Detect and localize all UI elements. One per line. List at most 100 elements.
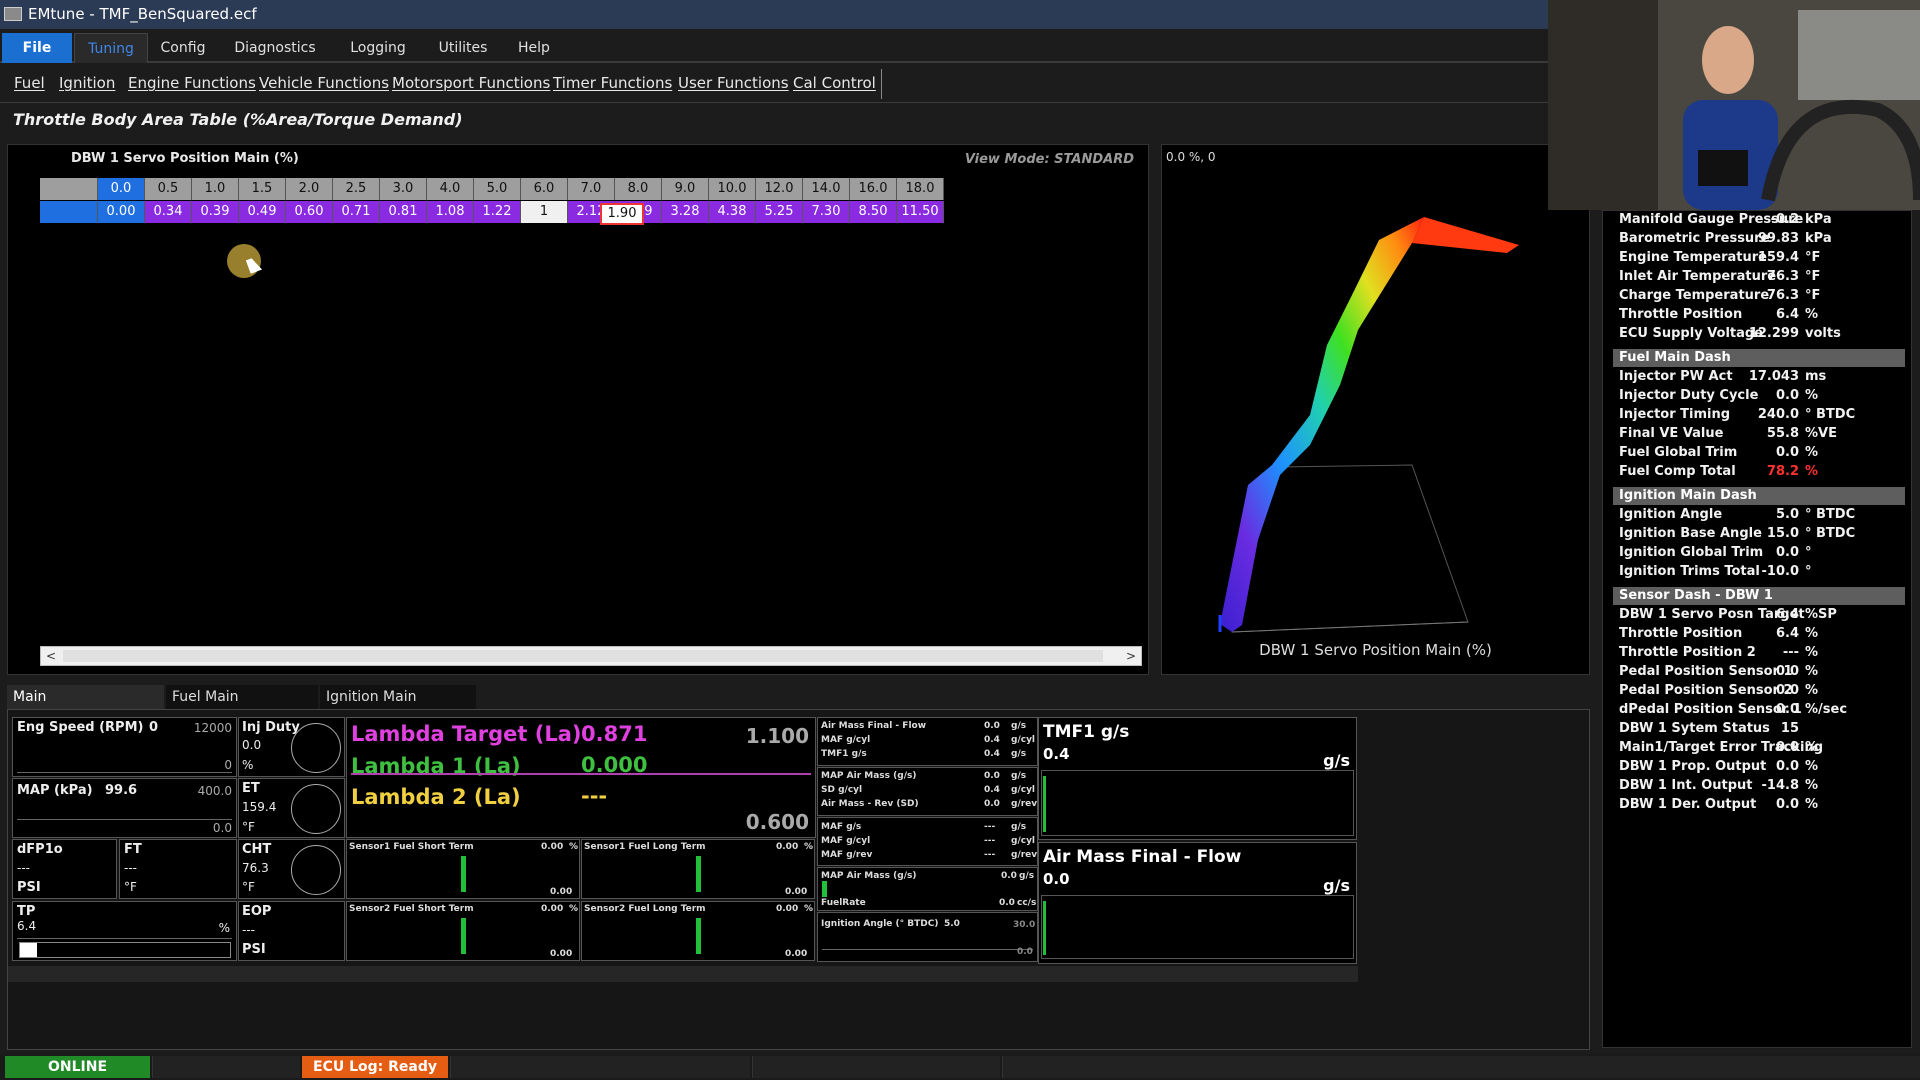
- table-col-header[interactable]: 1.0: [192, 178, 239, 200]
- table-col-header[interactable]: 8.0: [615, 178, 662, 200]
- toolbar-timer-functions[interactable]: Timer Functions: [553, 74, 672, 92]
- live-data-unit: ° BTDC: [1805, 526, 1856, 541]
- function-toolbar: Fuel Ignition Engine Functions Vehicle F…: [0, 65, 1548, 103]
- graph-title: DBW 1 Servo Position Main (%): [1259, 641, 1492, 659]
- live-data-unit: %: [1805, 740, 1819, 755]
- live-data-row: Injector Timing 240.0 ° BTDC: [1619, 407, 1911, 426]
- table-col-header[interactable]: 16.0: [850, 178, 897, 200]
- table-cell[interactable]: 1.22: [474, 201, 521, 223]
- scroll-thumb[interactable]: [63, 650, 1103, 662]
- table-col-header[interactable]: 6.0: [521, 178, 568, 200]
- scroll-right-icon[interactable]: >: [1121, 647, 1141, 665]
- dial-circle: [291, 723, 341, 773]
- table-cell[interactable]: 0.49: [239, 201, 286, 223]
- table-cell[interactable]: 0.60: [286, 201, 333, 223]
- menu-logging[interactable]: Logging: [342, 33, 414, 63]
- menu-utilites[interactable]: Utilites: [432, 33, 494, 63]
- table-cell[interactable]: 4.38: [709, 201, 756, 223]
- webcam-overlay: [1548, 0, 1920, 210]
- toolbar-vehicle-functions[interactable]: Vehicle Functions: [259, 74, 389, 92]
- live-data-row: Charge Temperature 76.3 °F: [1619, 288, 1911, 307]
- table-col-header[interactable]: 7.0: [568, 178, 615, 200]
- table-cell[interactable]: 11.50: [897, 201, 944, 223]
- live-data-row: Throttle Position 6.4%: [1619, 307, 1911, 326]
- live-data-unit: %: [1805, 778, 1819, 793]
- table-col-header[interactable]: 2.0: [286, 178, 333, 200]
- tp-gauge: TP 6.4 %: [12, 901, 237, 961]
- live-data-label: Barometric Pressure: [1619, 231, 1770, 246]
- table-cell[interactable]: 1.08: [427, 201, 474, 223]
- live-data-row: Inlet Air Temperature 76.3 °F: [1619, 269, 1911, 288]
- table-hscrollbar[interactable]: < >: [40, 646, 1142, 666]
- live-data-label: Charge Temperature: [1619, 288, 1770, 303]
- table-col-header[interactable]: 14.0: [803, 178, 850, 200]
- table-cell[interactable]: 0.34: [145, 201, 192, 223]
- table-col-header[interactable]: 10.0: [709, 178, 756, 200]
- map-gauge: MAP (kPa) 99.6 400.0 0.0: [12, 778, 237, 838]
- airmass-group-1: Air Mass Final - Flow 0.0 g/s MAF g/cyl …: [817, 717, 1038, 766]
- table-col-header[interactable]: 12.0: [756, 178, 803, 200]
- section-header-ignition: Ignition Main Dash: [1613, 487, 1905, 505]
- ign-angle-box: Ignition Angle (° BTDC) 5.0 30.0 0.0: [817, 912, 1038, 962]
- table-col-header[interactable]: 0.0: [98, 178, 145, 200]
- tab-main[interactable]: Main: [7, 685, 164, 709]
- menu-tuning[interactable]: Tuning: [74, 33, 148, 63]
- live-data-unit: °: [1805, 564, 1812, 579]
- table-cell[interactable]: 8.50: [850, 201, 897, 223]
- table-cell[interactable]: 0.00: [98, 201, 145, 223]
- menu-diagnostics[interactable]: Diagnostics: [228, 33, 322, 63]
- table-cell[interactable]: 7.30: [803, 201, 850, 223]
- live-data-value: 0.0: [1775, 545, 1799, 560]
- live-data-value: 99.83: [1757, 231, 1799, 246]
- live-data-label: Ignition Trims Total: [1619, 564, 1760, 579]
- table-col-header[interactable]: 3.0: [380, 178, 427, 200]
- table-cell[interactable]: 0.39: [192, 201, 239, 223]
- table-col-header[interactable]: 0.5: [145, 178, 192, 200]
- live-data-value: 0.0: [1775, 683, 1799, 698]
- live-data-label: Throttle Position: [1619, 626, 1743, 641]
- surface-graph[interactable]: [1162, 145, 1590, 635]
- tab-ignition-main[interactable]: Ignition Main: [320, 685, 476, 709]
- table-cell[interactable]: 0.71: [333, 201, 380, 223]
- table-row-header[interactable]: [40, 201, 98, 223]
- table-edit-cell[interactable]: 1.90: [600, 203, 644, 225]
- tab-fuel-main[interactable]: Fuel Main: [166, 685, 318, 709]
- table-col-header[interactable]: 1.5: [239, 178, 286, 200]
- scroll-left-icon[interactable]: <: [41, 647, 61, 665]
- live-data-label: Inlet Air Temperature: [1619, 269, 1777, 284]
- table-cell[interactable]: 5.25: [756, 201, 803, 223]
- live-data-unit: volts: [1805, 326, 1841, 341]
- menu-help[interactable]: Help: [508, 33, 560, 63]
- live-data-label: Final VE Value: [1619, 426, 1724, 441]
- table-col-header[interactable]: 18.0: [897, 178, 944, 200]
- live-data-unit: °F: [1805, 250, 1821, 265]
- table-col-header[interactable]: 4.0: [427, 178, 474, 200]
- dfp-gauge: dFP1o --- PSI: [12, 839, 117, 899]
- live-data-row: DBW 1 Int. Output -14.8%: [1619, 778, 1911, 797]
- toolbar-ignition[interactable]: Ignition: [59, 74, 115, 92]
- lambda2-value: ---: [581, 784, 608, 808]
- menu-config[interactable]: Config: [152, 33, 214, 63]
- toolbar-fuel[interactable]: Fuel: [14, 74, 45, 92]
- table-col-header[interactable]: 2.5: [333, 178, 380, 200]
- live-data-label: Engine Temperature: [1619, 250, 1768, 265]
- live-data-row: Pedal Position Sensor 1 0.0%: [1619, 664, 1911, 683]
- toolbar-cal-control[interactable]: Cal Control: [793, 74, 876, 92]
- lambda-max: 1.100: [745, 724, 809, 748]
- live-data-value: 78.2: [1766, 464, 1799, 479]
- table-cell[interactable]: 3.28: [662, 201, 709, 223]
- cht-gauge: CHT 76.3 °F: [238, 839, 345, 899]
- table-col-header[interactable]: 9.0: [662, 178, 709, 200]
- toolbar-engine-functions[interactable]: Engine Functions: [128, 74, 256, 92]
- live-data-value: 240.0: [1757, 407, 1799, 422]
- live-data-unit: %VE: [1805, 426, 1837, 441]
- live-data-unit: kPa: [1805, 212, 1832, 227]
- table-cell[interactable]: 0.81: [380, 201, 427, 223]
- live-data-label: DBW 1 Der. Output: [1619, 797, 1757, 812]
- menu-file[interactable]: File: [2, 33, 72, 63]
- toolbar-motorsport-functions[interactable]: Motorsport Functions: [392, 74, 550, 92]
- table-col-header[interactable]: 5.0: [474, 178, 521, 200]
- toolbar-user-functions[interactable]: User Functions: [678, 74, 789, 92]
- inj-duty-gauge: Inj Duty 0.0 %: [238, 717, 345, 777]
- table-cell[interactable]: 1: [521, 201, 568, 223]
